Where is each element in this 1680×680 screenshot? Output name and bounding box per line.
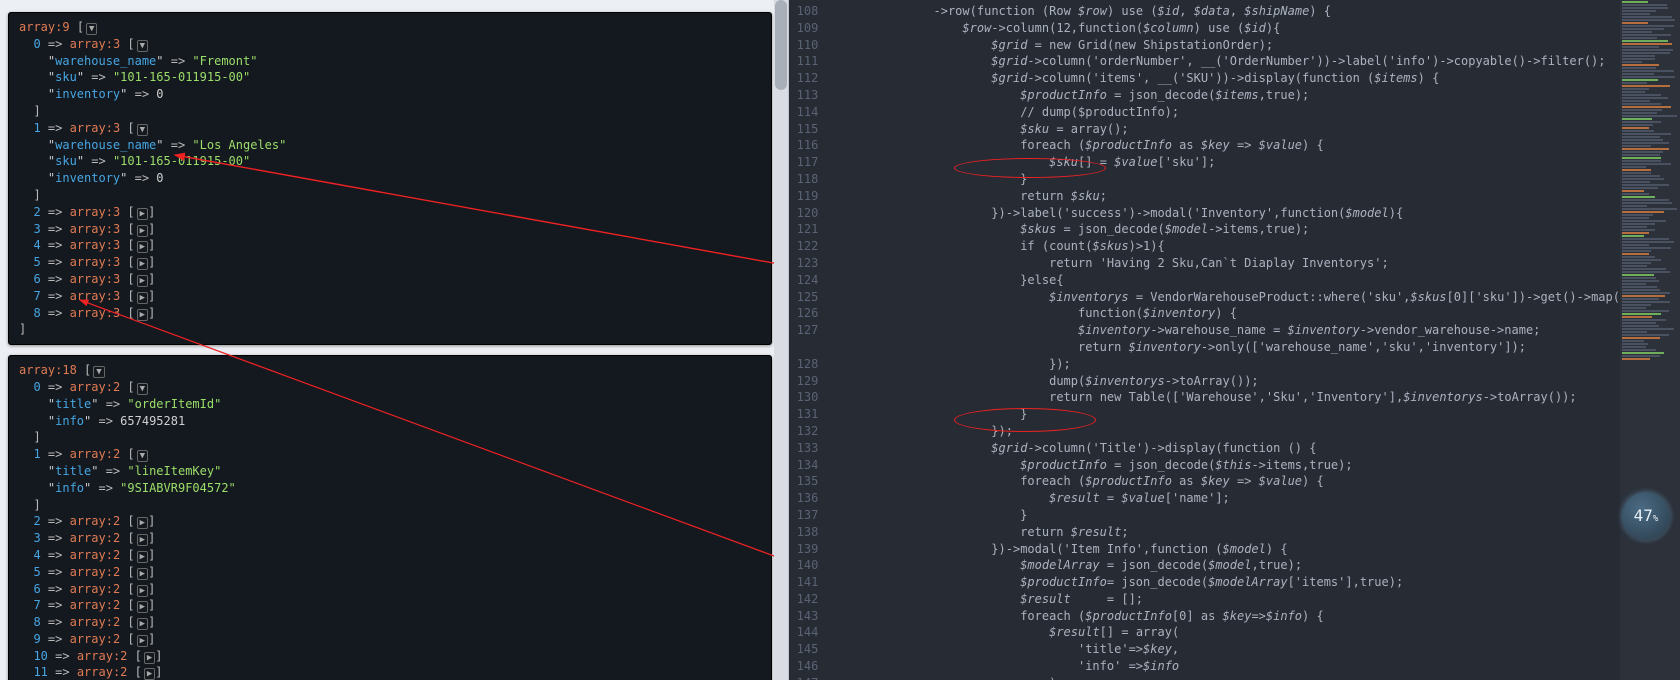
caret-right-icon[interactable]: ▶ (137, 241, 148, 253)
caret-right-icon[interactable]: ▶ (137, 551, 148, 563)
caret-right-icon[interactable]: ▶ (144, 668, 155, 680)
caret-right-icon[interactable]: ▶ (137, 635, 148, 647)
caret-down-icon[interactable]: ▼ (86, 23, 97, 35)
editor-panel: 108 109 110 111 112 113 114 115 116 117 … (780, 0, 1680, 680)
caret-down-icon[interactable]: ▼ (93, 366, 104, 378)
dump-panel-1[interactable]: array:9 [▼ 0 => array:3 [▼ "warehouse_na… (8, 12, 772, 345)
caret-right-icon[interactable]: ▶ (137, 258, 148, 270)
caret-right-icon[interactable]: ▶ (137, 275, 148, 287)
caret-right-icon[interactable]: ▶ (137, 601, 148, 613)
caret-down-icon[interactable]: ▼ (137, 383, 148, 395)
caret-right-icon[interactable]: ▶ (137, 225, 148, 237)
app-layout: array:9 [▼ 0 => array:3 [▼ "warehouse_na… (0, 0, 1680, 680)
annotation-ellipse-2 (954, 408, 1096, 432)
caret-right-icon[interactable]: ▶ (144, 652, 155, 664)
left-panel: array:9 [▼ 0 => array:3 [▼ "warehouse_na… (0, 0, 780, 680)
progress-value: 47 (1634, 505, 1653, 527)
caret-right-icon[interactable]: ▶ (137, 292, 148, 304)
caret-right-icon[interactable]: ▶ (137, 585, 148, 597)
annotation-ellipse-1 (954, 158, 1106, 178)
caret-right-icon[interactable]: ▶ (137, 618, 148, 630)
left-scrollbar[interactable] (774, 0, 789, 680)
caret-right-icon[interactable]: ▶ (137, 309, 148, 321)
caret-right-icon[interactable]: ▶ (137, 534, 148, 546)
caret-right-icon[interactable]: ▶ (137, 568, 148, 580)
caret-right-icon[interactable]: ▶ (137, 208, 148, 220)
progress-suffix: % (1653, 513, 1658, 526)
minimap[interactable] (1620, 0, 1680, 680)
code-area[interactable]: ->row(function (Row $row) use ($id, $dat… (824, 0, 1620, 680)
caret-down-icon[interactable]: ▼ (137, 124, 148, 136)
dump-panel-2[interactable]: array:18 [▼ 0 => array:2 [▼ "title" => "… (8, 355, 772, 680)
caret-down-icon[interactable]: ▼ (137, 450, 148, 462)
caret-down-icon[interactable]: ▼ (137, 40, 148, 52)
caret-right-icon[interactable]: ▶ (137, 517, 148, 529)
progress-badge: 47% (1622, 492, 1670, 540)
